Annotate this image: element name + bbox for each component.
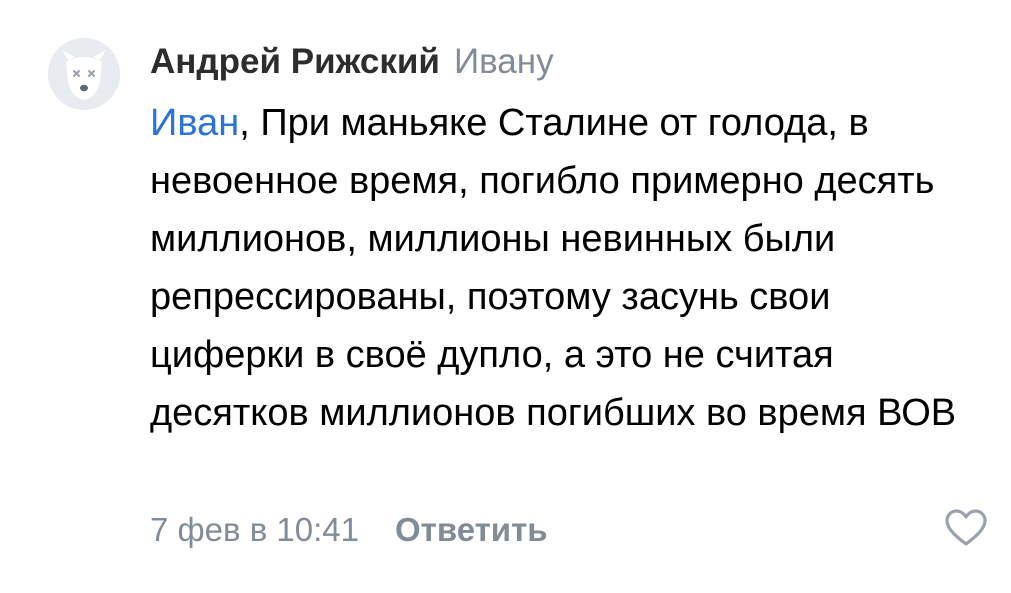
comment-content: Андрей Рижский Ивану Иван, При маньяке Ст… <box>150 38 980 442</box>
comment-date[interactable]: 7 фев в 10:41 <box>150 511 359 548</box>
like-button[interactable] <box>944 508 988 548</box>
comment: Андрей Рижский Ивану Иван, При маньяке Ст… <box>0 0 1011 593</box>
reply-to-label[interactable]: Ивану <box>454 42 554 81</box>
comment-header: Андрей Рижский Ивану <box>150 38 980 86</box>
comment-text-body: , При маньяке Сталине от голода, в невое… <box>150 102 957 434</box>
mention-link[interactable]: Иван <box>150 102 239 144</box>
comment-footer: 7 фев в 10:41 Ответить <box>150 506 548 554</box>
comment-text: Иван, При маньяке Сталине от голода, в н… <box>150 94 980 442</box>
author-name[interactable]: Андрей Рижский <box>150 42 440 81</box>
heart-outline-icon <box>945 509 987 546</box>
avatar[interactable] <box>48 38 120 110</box>
deactivated-dog-avatar-icon <box>48 38 120 110</box>
reply-button[interactable]: Ответить <box>395 511 548 548</box>
